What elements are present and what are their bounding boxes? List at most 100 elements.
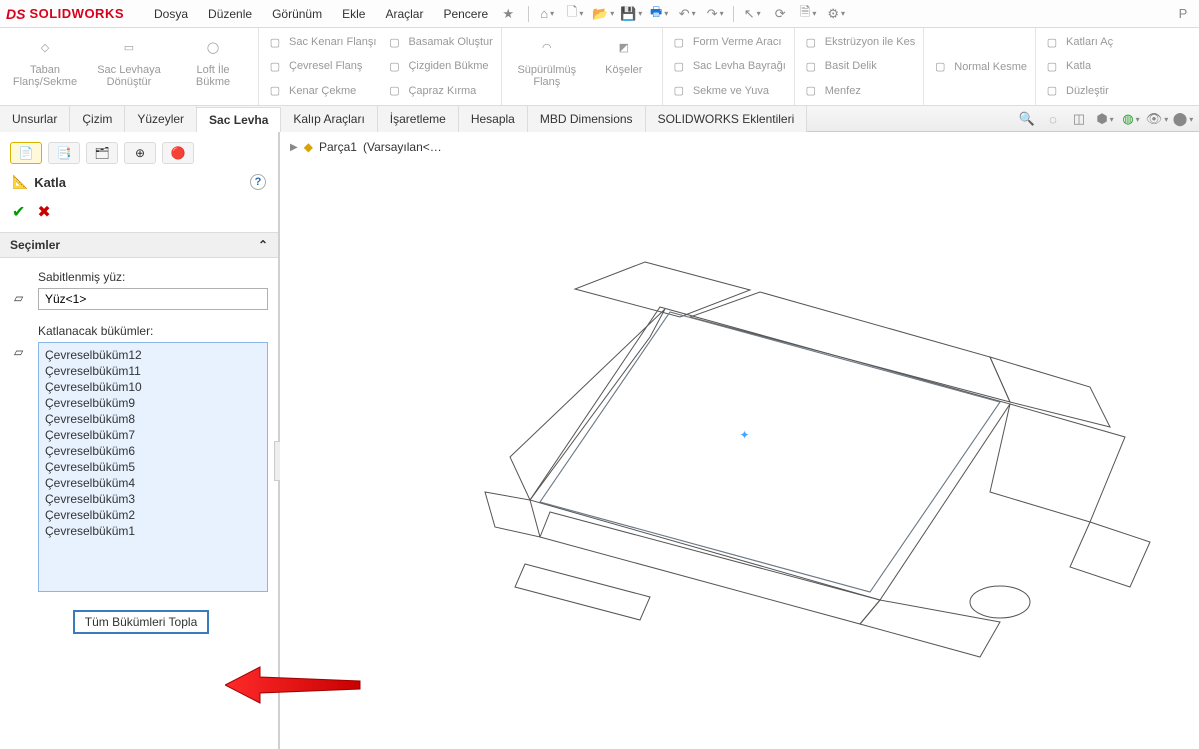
pm-cancel-button[interactable]: ✖ — [37, 202, 50, 222]
pin-icon[interactable]: ★ — [498, 4, 518, 24]
file-props-icon[interactable]: 🗎 — [798, 4, 818, 24]
cross-break-icon: ▢ — [386, 83, 402, 99]
menu-file[interactable]: Dosya — [144, 7, 198, 21]
cmd-corners[interactable]: ◩ Köşeler — [594, 32, 654, 101]
select-icon[interactable]: ↖ — [742, 4, 762, 24]
cmd-forming-tool[interactable]: ▢Form Verme Aracı — [671, 34, 786, 50]
cmd-unfold[interactable]: ▢Katları Aç — [1044, 34, 1113, 50]
tab-pm-config[interactable]: 📑 — [48, 142, 80, 164]
unfold-icon: ▢ — [1044, 34, 1060, 50]
appearance-icon[interactable]: ⬤ — [1173, 109, 1193, 129]
main-area: 📄 📑 🗂 ⊕ 🔴 📐 Katla ? ✔ ✖ Seçimler ⌃ Sabit… — [0, 132, 1199, 749]
tab-pm-appear[interactable]: 🔴 — [162, 142, 194, 164]
cmd-extruded-cut[interactable]: ▢Ekstrüzyon ile Kes — [803, 34, 915, 50]
undo-icon[interactable]: ↶ — [677, 4, 697, 24]
menu-window[interactable]: Pencere — [433, 7, 498, 21]
tab-features[interactable]: Unsurlar — [0, 106, 70, 132]
menu-tools[interactable]: Araçlar — [375, 7, 433, 21]
print-icon[interactable]: 🖶 — [649, 4, 669, 24]
tab-pm-feature[interactable]: 📄 — [10, 142, 42, 164]
cmd-sketched-bend[interactable]: ▢Çizgiden Bükme — [386, 58, 492, 74]
list-item[interactable]: Çevreselbüküm12 — [45, 347, 261, 363]
home-icon[interactable]: ⌂ — [537, 4, 557, 24]
new-icon[interactable]: 🗋 — [565, 4, 585, 24]
tab-mold-tools[interactable]: Kalıp Araçları — [281, 106, 377, 132]
list-item[interactable]: Çevreselbüküm6 — [45, 443, 261, 459]
flyout-tree[interactable]: ▶ ◆ Parça1 (Varsayılan<… — [290, 140, 442, 154]
open-icon[interactable]: 📂 — [593, 4, 613, 24]
model-view — [390, 192, 1170, 712]
zoom-area-icon[interactable]: ◌ — [1043, 109, 1063, 129]
zoom-fit-icon[interactable]: 🔍 — [1017, 109, 1037, 129]
tab-markup[interactable]: İşaretleme — [378, 106, 459, 132]
cmd-hem[interactable]: ▢Kenar Çekme — [267, 83, 376, 99]
cmd-flatten[interactable]: ▢Düzleştir — [1044, 83, 1113, 99]
pm-section-selections[interactable]: Seçimler ⌃ — [0, 232, 278, 258]
cmd-swept-flange[interactable]: ◠ Süpürülmüş Flanş — [510, 32, 584, 101]
base-flange-icon: ◇ — [32, 34, 58, 60]
list-item[interactable]: Çevreselbüküm9 — [45, 395, 261, 411]
display-style-icon[interactable]: ◍ — [1121, 109, 1141, 129]
cmd-vent[interactable]: ▢Menfez — [803, 83, 915, 99]
collect-all-bends-button[interactable]: Tüm Bükümleri Topla — [73, 610, 210, 634]
cmd-normal-cut[interactable]: ▢Normal Kesme — [932, 59, 1027, 75]
cmd-base-flange[interactable]: ◇ Taban Flanş/Sekme — [8, 32, 82, 101]
cmd-fold[interactable]: ▢Katla — [1044, 58, 1113, 74]
cmd-edge-flange[interactable]: ▢Sac Kenarı Flanşı — [267, 34, 376, 50]
quick-access-toolbar: ⌂ 🗋 📂 💾 🖶 ↶ ↷ ↖ ⟳ 🗎 ⚙ P — [528, 4, 1193, 24]
cmd-simple-hole[interactable]: ▢ Basit Delik — [803, 58, 915, 74]
hide-show-icon[interactable]: 👁 — [1147, 109, 1167, 129]
redo-icon[interactable]: ↷ — [705, 4, 725, 24]
list-item[interactable]: Çevreselbüküm1 — [45, 523, 261, 539]
graphics-area[interactable]: ▶ ◆ Parça1 (Varsayılan<… ✦ — [280, 132, 1199, 749]
cmd-label: Basamak Oluştur — [408, 36, 492, 48]
sketched-bend-icon: ▢ — [386, 58, 402, 74]
tab-slot-icon: ▢ — [671, 83, 687, 99]
simple-hole-icon: ▢ — [803, 58, 819, 74]
menu-view[interactable]: Görünüm — [262, 7, 332, 21]
cmd-label: Katla — [1066, 60, 1091, 72]
list-item[interactable]: Çevreselbüküm11 — [45, 363, 261, 379]
tab-evaluate[interactable]: Hesapla — [459, 106, 528, 132]
fixed-face-input[interactable] — [38, 288, 268, 310]
cmd-label: Çapraz Kırma — [408, 85, 476, 97]
tab-sheet-metal[interactable]: Sac Levha — [197, 107, 281, 133]
tab-pm-dim[interactable]: ⊕ — [124, 142, 156, 164]
list-item[interactable]: Çevreselbüküm4 — [45, 475, 261, 491]
command-manager-tabs: Unsurlar Çizim Yüzeyler Sac Levha Kalıp … — [0, 106, 1199, 132]
cmd-lofted-bend[interactable]: ◯ Loft İle Bükme — [176, 32, 250, 101]
cmd-cross-break[interactable]: ▢ Çapraz Kırma — [386, 83, 492, 99]
options-icon[interactable]: ⚙ — [826, 4, 846, 24]
save-icon[interactable]: 💾 — [621, 4, 641, 24]
list-item[interactable]: Çevreselbüküm8 — [45, 411, 261, 427]
cmd-miter-flange[interactable]: ▢Çevresel Flanş — [267, 58, 376, 74]
hem-icon: ▢ — [267, 83, 283, 99]
ribbon-group-swept: ◠ Süpürülmüş Flanş ◩ Köşeler — [502, 28, 663, 105]
section-view-icon[interactable]: ◫ — [1069, 109, 1089, 129]
cmd-tab-slot[interactable]: ▢Sekme ve Yuva — [671, 83, 786, 99]
menu-edit[interactable]: Düzenle — [198, 7, 262, 21]
rebuild-icon[interactable]: ⟳ — [770, 4, 790, 24]
tab-mbd[interactable]: MBD Dimensions — [528, 106, 646, 132]
search-right-icon[interactable]: P — [1173, 4, 1193, 24]
pm-help-button[interactable]: ? — [250, 174, 266, 190]
list-item[interactable]: Çevreselbüküm7 — [45, 427, 261, 443]
cmd-label: Loft İle Bükme — [196, 64, 230, 88]
list-item[interactable]: Çevreselbüküm3 — [45, 491, 261, 507]
tab-pm-display[interactable]: 🗂 — [86, 142, 118, 164]
list-item[interactable]: Çevreselbüküm2 — [45, 507, 261, 523]
part-icon: ◆ — [304, 140, 313, 154]
pm-ok-button[interactable]: ✔ — [12, 202, 25, 222]
tab-sketch[interactable]: Çizim — [70, 106, 125, 132]
view-orient-icon[interactable]: ⬢ — [1095, 109, 1115, 129]
tab-addins[interactable]: SOLIDWORKS Eklentileri — [646, 106, 808, 132]
list-item[interactable]: Çevreselbüküm5 — [45, 459, 261, 475]
cmd-jog[interactable]: ▢Basamak Oluştur — [386, 34, 492, 50]
menu-insert[interactable]: Ekle — [332, 7, 375, 21]
cmd-convert-sheetmetal[interactable]: ▭ Sac Levhaya Dönüştür — [92, 32, 166, 101]
tab-surfaces[interactable]: Yüzeyler — [125, 106, 197, 132]
bends-listbox[interactable]: Çevreselbüküm12Çevreselbüküm11Çevreselbü… — [38, 342, 268, 592]
cmd-gusset[interactable]: ▢Sac Levha Bayrağı — [671, 58, 786, 74]
cmd-label: Basit Delik — [825, 60, 877, 72]
list-item[interactable]: Çevreselbüküm10 — [45, 379, 261, 395]
